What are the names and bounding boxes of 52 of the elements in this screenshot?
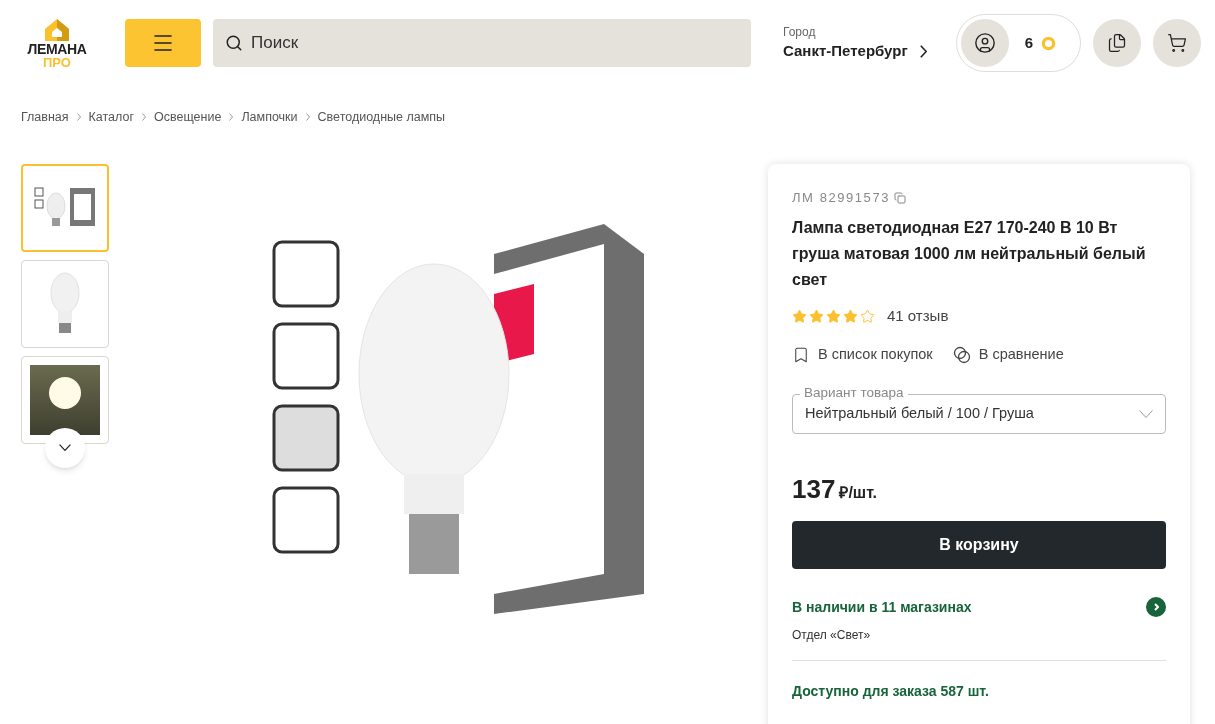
logo-text: ЛЕМАНА <box>27 41 87 56</box>
menu-button[interactable] <box>125 19 201 67</box>
compare-icon <box>952 345 971 364</box>
chevron-right-icon <box>305 113 310 122</box>
arrow-button[interactable] <box>1146 597 1166 617</box>
search-bar[interactable]: Поиск <box>213 19 751 67</box>
price-unit: ₽/шт. <box>839 482 878 503</box>
star-icon <box>843 309 858 324</box>
chevron-down-icon <box>59 444 71 452</box>
compare-link[interactable]: В сравнение <box>952 343 1064 366</box>
logo-subtext: ПРО <box>43 55 71 69</box>
shopping-list-link[interactable]: В список покупок <box>792 343 933 366</box>
gallery-thumbnail[interactable] <box>21 163 109 252</box>
lit-bulb-photo <box>30 364 100 435</box>
search-icon <box>225 34 243 52</box>
coin-icon <box>1041 35 1056 51</box>
star-icon <box>809 309 824 324</box>
stock-link[interactable]: В наличии в 11 магазинах <box>792 596 972 618</box>
product-title: Лампа светодиодная E27 170-240 В 10 Вт груша матовая 1000 лм нейтральный белый свет <box>792 218 1147 291</box>
cart-button[interactable] <box>1153 19 1201 67</box>
search-field[interactable]: Поиск <box>251 30 739 56</box>
breadcrumb-link[interactable]: Лампочки <box>241 108 298 127</box>
star-icon <box>826 309 841 324</box>
breadcrumb-link[interactable]: Главная <box>21 108 69 127</box>
shopping-list-button[interactable] <box>1093 19 1141 67</box>
chevron-right-icon <box>1153 603 1159 611</box>
bonus-count: 6 <box>1024 32 1033 53</box>
department-text: Отдел «Свет» <box>792 626 872 644</box>
chevron-right-icon <box>76 113 81 122</box>
chevron-right-icon <box>142 113 147 122</box>
cart-icon <box>1167 33 1187 53</box>
breadcrumb-link[interactable]: Светодиодные лампы <box>317 108 446 127</box>
breadcrumb-link[interactable]: Каталог <box>88 108 135 127</box>
price: 137 <box>792 472 836 506</box>
bookmark-icon <box>792 345 810 364</box>
user-icon <box>973 32 996 54</box>
gallery-thumbnail[interactable] <box>21 355 109 444</box>
availability-text: Доступно для заказа 587 шт. <box>792 681 990 701</box>
city-selector[interactable]: Город Санкт-Петербург <box>783 23 927 63</box>
profile-button[interactable] <box>960 19 1009 67</box>
star-icon <box>792 309 807 324</box>
chevron-right-icon <box>229 113 234 122</box>
star-icon <box>860 309 875 324</box>
sku-text: ЛМ 82991573 <box>792 188 890 207</box>
chevron-down-icon <box>1139 409 1153 418</box>
gallery-thumbnail[interactable] <box>21 259 109 348</box>
reviews-link[interactable]: 41 отзыв <box>887 305 949 328</box>
add-to-cart-button[interactable]: В корзину <box>792 520 1166 569</box>
chevron-right-icon <box>919 44 927 58</box>
store-logo[interactable]: ЛЕМАНА ПРО <box>22 17 92 69</box>
house-icon <box>44 17 70 42</box>
breadcrumb-link[interactable]: Освещение <box>154 108 222 127</box>
